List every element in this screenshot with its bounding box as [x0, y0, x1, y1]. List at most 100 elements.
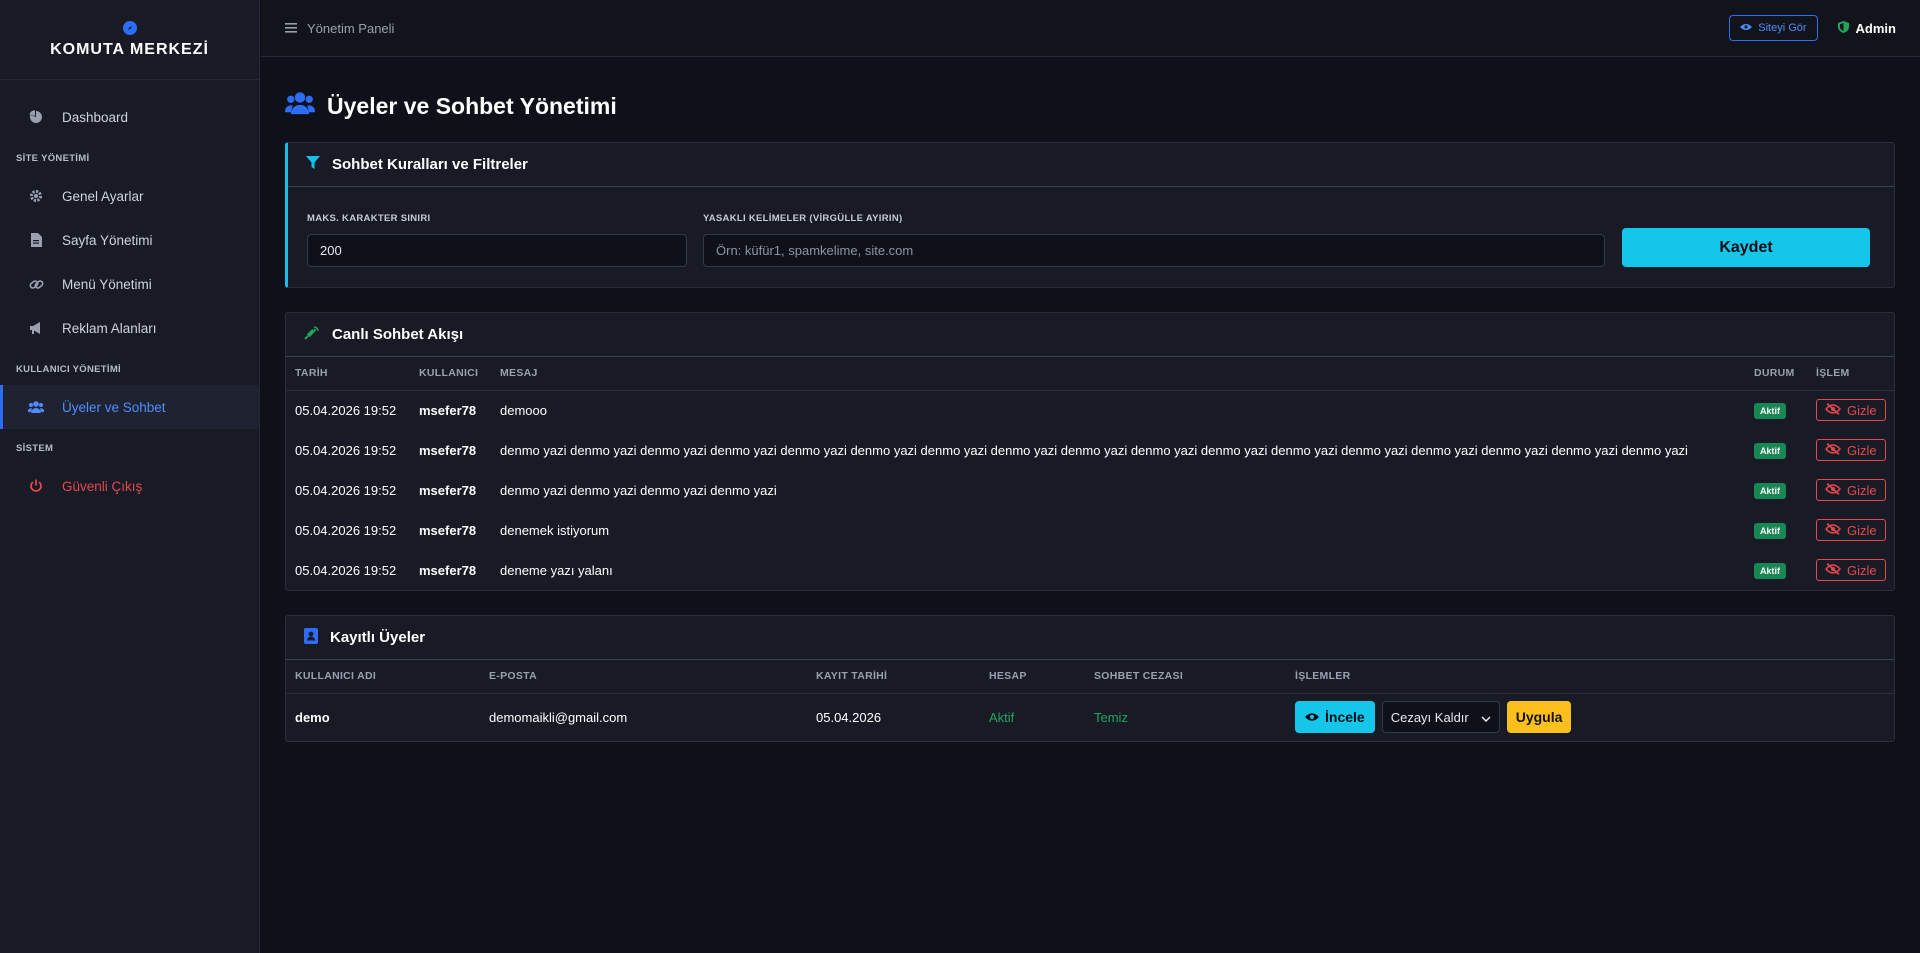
shield-icon: [1837, 20, 1849, 36]
sidebar-nav: Dashboard SİTE YÖNETİMİ Genel Ayarlar Sa…: [0, 80, 259, 508]
sidebar-item-general-settings[interactable]: Genel Ayarlar: [0, 174, 259, 218]
card-title: Sohbet Kuralları ve Filtreler: [332, 156, 528, 173]
max-char-label: MAKS. KARAKTER SINIRI: [307, 213, 431, 224]
table-row: demo demomaikli@gmail.com 05.04.2026 Akt…: [286, 693, 1894, 741]
col-message: MESAJ: [491, 357, 1745, 391]
card-header: Kayıtlı Üyeler: [286, 616, 1894, 660]
hide-label: Gizle: [1847, 442, 1877, 458]
cell-date: 05.04.2026 19:52: [295, 402, 397, 418]
table-row: 05.04.2026 19:52 msefer78 demooo Aktif G…: [286, 390, 1894, 430]
sidebar-item-label: Sayfa Yönetimi: [62, 232, 153, 248]
card-header: Sohbet Kuralları ve Filtreler: [288, 143, 1894, 187]
status-badge: Aktif: [1754, 402, 1786, 419]
cell-user: msefer78: [419, 442, 477, 458]
banned-words-label: YASAKLI KELİMELER (VİRGÜLLE AYIRIN): [703, 213, 903, 224]
banned-words-input[interactable]: Örn: küfür1, spamkelime, site.com: [703, 234, 1605, 267]
col-user: KULLANICI: [410, 357, 491, 391]
sidebar-item-label: Dashboard: [62, 109, 129, 125]
address-book-icon: [304, 627, 318, 648]
sidebar-item-label: Güvenli Çıkış: [62, 478, 143, 494]
sidebar-item-menu[interactable]: Menü Yönetimi: [0, 262, 259, 306]
eye-slash-icon: [1825, 482, 1841, 498]
cell-account-status: Aktif: [989, 709, 1015, 725]
penalty-select[interactable]: Cezayı Kaldır: [1381, 701, 1500, 734]
cell-date: 05.04.2026 19:52: [295, 522, 397, 538]
chevron-down-icon: [1481, 710, 1491, 725]
compass-icon: [122, 20, 137, 35]
members-table: KULLANICI ADI E-POSTA KAYIT TARİHİ HESAP…: [286, 660, 1894, 741]
sidebar-item-pages[interactable]: Sayfa Yönetimi: [0, 218, 259, 262]
hide-button[interactable]: Gizle: [1816, 519, 1886, 541]
sidebar-item-members[interactable]: Üyeler ve Sohbet: [0, 385, 259, 429]
sidebar-item-label: Reklam Alanları: [62, 320, 157, 336]
sidebar-item-label: Üyeler ve Sohbet: [62, 399, 166, 415]
penalty-select-value: Cezayı Kaldır: [1390, 709, 1469, 725]
hide-label: Gizle: [1847, 402, 1877, 418]
col-operations: İŞLEMLER: [1286, 660, 1894, 694]
users-icon: [285, 91, 315, 121]
sidebar-item-dashboard[interactable]: Dashboard: [0, 95, 259, 139]
cell-date: 05.04.2026 19:52: [295, 442, 397, 458]
hamburger-icon[interactable]: [285, 21, 297, 36]
power-icon: [28, 478, 44, 494]
eye-icon: [1305, 709, 1319, 725]
cell-user: msefer78: [419, 562, 477, 578]
table-row: 05.04.2026 19:52 msefer78 denmo yazi den…: [286, 470, 1894, 510]
link-icon: [28, 276, 44, 292]
admin-user[interactable]: Admin: [1837, 20, 1896, 36]
col-status: DURUM: [1745, 357, 1807, 391]
sidebar-item-logout[interactable]: Güvenli Çıkış: [0, 464, 259, 508]
hide-button[interactable]: Gizle: [1816, 559, 1886, 581]
max-char-input[interactable]: 200: [307, 234, 687, 267]
card-header: Canlı Sohbet Akışı: [286, 313, 1894, 357]
status-badge: Aktif: [1754, 522, 1786, 539]
pie-chart-icon: [28, 109, 44, 125]
hide-label: Gizle: [1847, 482, 1877, 498]
sidebar-item-ads[interactable]: Reklam Alanları: [0, 306, 259, 350]
admin-label: Admin: [1855, 20, 1896, 36]
eye-slash-icon: [1825, 442, 1841, 458]
gear-icon: [28, 188, 44, 204]
table-header-row: TARİH KULLANICI MESAJ DURUM İŞLEM: [286, 357, 1894, 391]
chat-rules-card: Sohbet Kuralları ve Filtreler MAKS. KARA…: [285, 142, 1895, 288]
col-account: HESAP: [980, 660, 1085, 694]
status-badge: Aktif: [1754, 482, 1786, 499]
members-card: Kayıtlı Üyeler KULLANICI ADI E-POSTA KAY…: [285, 615, 1895, 742]
inspect-button[interactable]: İncele: [1295, 701, 1375, 734]
hide-button[interactable]: Gizle: [1816, 439, 1886, 461]
topbar: Yönetim Paneli Siteyi Gör Admin: [261, 0, 1920, 57]
table-row: 05.04.2026 19:52 msefer78 denmo yazi den…: [286, 430, 1894, 470]
file-icon: [28, 232, 44, 248]
save-button[interactable]: Kaydet: [1622, 228, 1870, 267]
hide-button[interactable]: Gizle: [1816, 479, 1886, 501]
col-email: E-POSTA: [480, 660, 807, 694]
page-title: Üyeler ve Sohbet Yönetimi: [285, 82, 1895, 130]
cell-date: 05.04.2026 19:52: [295, 482, 397, 498]
brand-title: KOMUTA MERKEZİ: [50, 40, 209, 58]
col-penalty: SOHBET CEZASI: [1085, 660, 1286, 694]
nav-section-users: KULLANICI YÖNETİMİ: [16, 364, 121, 375]
hide-button[interactable]: Gizle: [1816, 399, 1886, 422]
eye-slash-icon: [1825, 402, 1841, 418]
brand[interactable]: KOMUTA MERKEZİ: [0, 0, 259, 80]
card-title: Kayıtlı Üyeler: [330, 629, 426, 646]
max-char-field: MAKS. KARAKTER SINIRI 200: [307, 213, 687, 287]
cell-user: msefer78: [419, 522, 477, 538]
banned-words-field: YASAKLI KELİMELER (VİRGÜLLE AYIRIN) Örn:…: [703, 213, 1605, 287]
sidebar: KOMUTA MERKEZİ Dashboard SİTE YÖNETİMİ G…: [0, 0, 260, 953]
filter-icon: [306, 155, 320, 174]
apply-button[interactable]: Uygula: [1506, 701, 1572, 734]
cell-message: denmo yazi denmo yazi denmo yazi denmo y…: [500, 482, 777, 498]
cell-message: denemek istiyorum: [500, 522, 610, 538]
satellite-icon: [304, 325, 320, 345]
eye-slash-icon: [1825, 562, 1841, 578]
view-site-button[interactable]: Siteyi Gör: [1729, 15, 1818, 41]
card-title: Canlı Sohbet Akışı: [332, 326, 464, 343]
table-row: 05.04.2026 19:52 msefer78 denemek istiyo…: [286, 510, 1894, 550]
operations: İncele Cezayı Kaldır Uygula: [1295, 701, 1894, 734]
cell-message: demooo: [500, 402, 547, 418]
col-username: KULLANICI ADI: [286, 660, 480, 694]
col-date: TARİH: [286, 357, 410, 391]
eye-icon: [1740, 22, 1753, 34]
inspect-label: İncele: [1325, 709, 1365, 726]
